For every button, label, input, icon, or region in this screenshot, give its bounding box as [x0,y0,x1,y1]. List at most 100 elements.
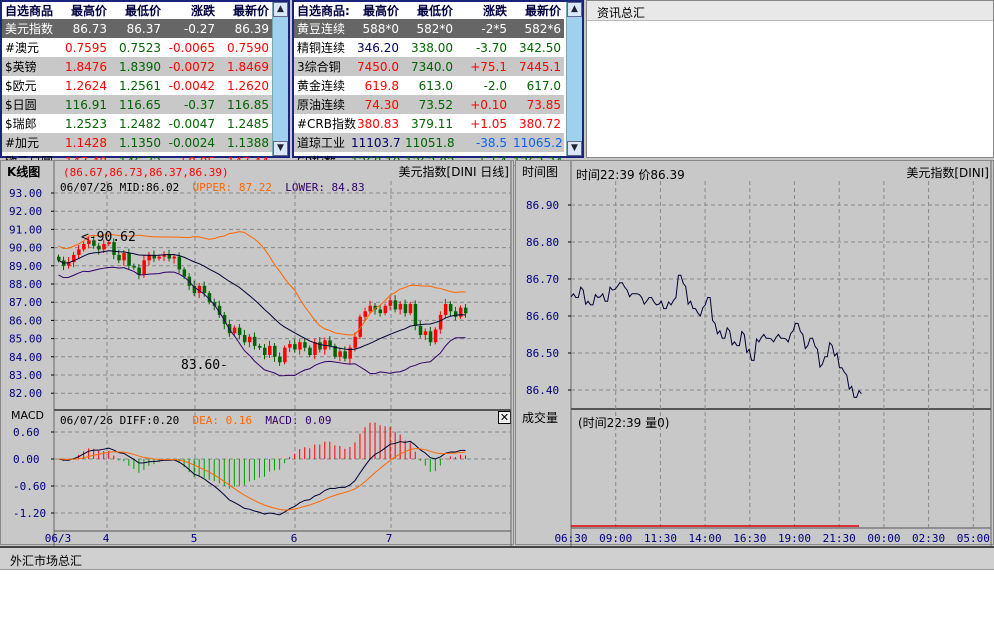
column-header[interactable]: 涨跌 [164,2,218,19]
last-value: 1.8469 [218,57,272,76]
last-value: 342.50 [519,40,561,55]
candle [383,305,388,314]
candle [308,347,312,355]
candle [378,309,383,314]
instrument-name: $欧元 [5,79,37,93]
high-value: 74.30 [348,95,402,114]
y-tick-label: 86.90 [526,199,559,212]
candle [423,331,428,335]
scroll-down-icon[interactable]: ▼ [273,141,288,156]
candle [343,351,347,359]
high-value: 86.73 [56,19,110,38]
watchlist-row[interactable]: #澳元 0.7595 0.7523 -0.0065 0.7590 [2,38,272,57]
instrument-name: #澳元 [5,41,40,55]
last-value: 1.2620 [227,78,269,93]
chg-value: -38.5 [456,133,510,152]
instrument-name: 精铜连续 [297,41,346,55]
x-tick-label: 06/3 [45,532,72,545]
column-header[interactable]: 最新价 [510,2,564,19]
candle [318,342,322,350]
y-tick-label: 93.00 [9,187,42,200]
candle [448,304,453,312]
candle [298,342,302,350]
low-value: 73.52 [402,95,456,114]
candle [293,344,297,350]
candle [388,300,393,306]
high-value: 588*0 [348,19,402,38]
watchlist-row[interactable]: 道琼工业 11103.7 11051.8 -38.5 11065.2 [294,133,564,152]
column-header[interactable]: 最高价 [348,2,402,19]
high-value: 346.20 [357,40,399,55]
candle [288,344,292,348]
y-tick-label: 86.60 [526,310,559,323]
candle [453,311,458,317]
low-value: 379.11 [411,116,453,131]
instrument-name: $英镑 [2,57,56,76]
candle [177,256,182,270]
instrument-name: 黄金连续 [297,79,346,93]
watchlist-row[interactable]: 黄金连续 619.8 613.0 -2.0 617.0 [294,76,564,95]
forex-watchlist: 自选商品 最高价 最低价 涨跌 最新价 美元指数 86.73 86.37 -0.27 86.39 #… [0,0,290,169]
column-header[interactable]: 自选商品 [2,2,56,19]
y-tick-label: 86.40 [526,384,559,397]
kline-panel: K线图 MACD (86.67,86.73,86.37,86.39) 美元指数[… [0,160,514,546]
candle [443,304,448,315]
y-tick-label: 90.00 [9,242,42,255]
scroll-up-icon[interactable]: ▲ [567,2,582,17]
chg-value: +75.1 [456,57,510,76]
low-value: 0.7523 [119,40,161,55]
instrument-name: #CRB指数 [297,117,357,131]
watchlist-row[interactable]: 精铜连续 346.20 338.00 -3.70 342.50 [294,38,564,57]
candle [328,340,332,346]
y-tick-label: 88.00 [9,278,42,291]
column-header[interactable]: 最低价 [110,2,164,19]
low-value: 11051.8 [402,133,456,152]
y-tick-label: 87.00 [9,296,42,309]
macd-y-tick-label: 0.60 [13,426,40,439]
column-header[interactable]: 最新价 [218,2,272,19]
commodity-watchlist-table: 自选商品: 最高价 最低价 涨跌 最新价 黄豆连续 588*0 582*0 -2*5 582*6 精… [294,2,564,171]
watchlist-row[interactable]: #加元 1.1428 1.1350 -0.0024 1.1388 [2,133,272,152]
candle [202,285,207,294]
instrument-name: 美元指数 [2,19,56,38]
watchlist-row[interactable]: #CRB指数 380.83 379.11 +1.05 380.72 [294,114,564,133]
chg-value: -2*5 [456,19,510,38]
watchlist-row[interactable]: $日圆 116.91 116.65 -0.37 116.85 [2,95,272,114]
chg-value: -0.0024 [164,133,218,152]
high-value: 1.1428 [56,133,110,152]
watchlist-row[interactable]: 美元指数 86.73 86.37 -0.27 86.39 [2,19,272,38]
y-tick-label: 83.00 [9,369,42,382]
header-row: 自选商品 最高价 最低价 涨跌 最新价 [2,2,272,19]
low-value: 116.65 [110,95,164,114]
chg-value: -0.0042 [168,78,215,93]
scroll-down-icon[interactable]: ▼ [567,141,582,156]
watchlist-scrollbar[interactable]: ▲ ▼ [566,2,582,156]
candle [77,249,81,255]
high-value: 1.2523 [65,116,107,131]
watchlist-row[interactable]: $英镑 1.8476 1.8390 -0.0072 1.8469 [2,57,272,76]
candle [398,304,403,310]
low-marker: 83.60- [181,358,228,373]
watchlist-row[interactable]: $瑞郎 1.2523 1.2482 -0.0047 1.2485 [2,114,272,133]
high-marker: <-90.62 [81,230,136,245]
candle [157,256,161,259]
watchlist-row[interactable]: 原油连续 74.30 73.52 +0.10 73.85 [294,95,564,114]
candle [182,269,187,277]
candle [242,334,247,343]
x-tick-label: 00:00 [867,532,900,545]
column-header[interactable]: 最高价 [56,2,110,19]
column-header[interactable]: 自选商品: [294,2,350,19]
dea-line [58,448,466,511]
watchlist-row[interactable]: 黄豆连续 588*0 582*0 -2*5 582*6 [294,19,564,38]
scroll-up-icon[interactable]: ▲ [273,2,288,17]
watchlist-row[interactable]: $欧元 1.2624 1.2561 -0.0042 1.2620 [2,76,272,95]
column-header[interactable]: 涨跌 [456,2,510,19]
chg-value: -0.0072 [164,57,218,76]
watchlist-scrollbar[interactable]: ▲ ▼ [272,2,288,156]
watchlist-row[interactable]: 3综合铜 7450.0 7340.0 +75.1 7445.1 [294,57,564,76]
candle [303,342,307,348]
candle [57,256,61,261]
last-value: 73.85 [510,95,564,114]
y-tick-label: 84.00 [9,351,42,364]
column-header[interactable]: 最低价 [402,2,456,19]
